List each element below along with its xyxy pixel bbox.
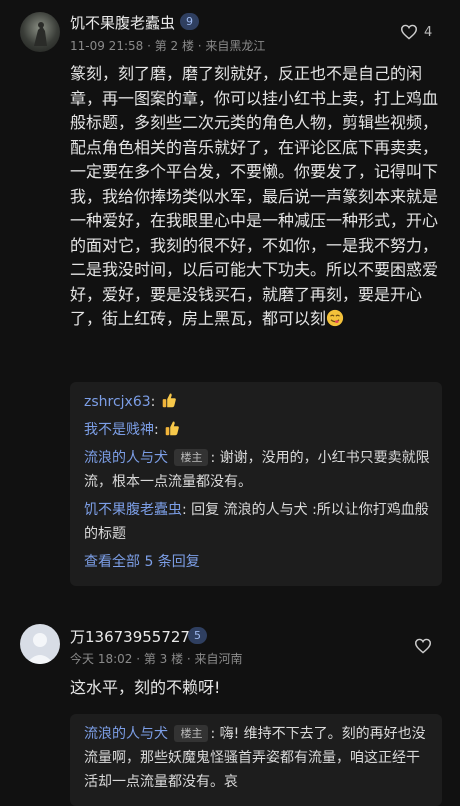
level-badge: 5	[188, 627, 207, 644]
reply-item[interactable]: zshrcjx63:	[84, 390, 432, 414]
reply-username[interactable]: 我不是贱神	[84, 422, 154, 438]
username[interactable]: 万13673955727	[70, 626, 190, 647]
thumbs-up-emoji	[162, 393, 176, 408]
like-count: 4	[424, 24, 433, 40]
reply-username[interactable]: 流浪的人与犬	[84, 450, 168, 466]
reply-separator: :	[150, 394, 156, 410]
like-button[interactable]	[414, 638, 438, 654]
reply-username[interactable]: 饥不果腹老蠹虫	[84, 502, 182, 518]
heart-icon	[414, 638, 432, 654]
avatar[interactable]	[20, 624, 60, 664]
heart-icon	[400, 24, 418, 40]
comment-body: 这水平，刻的不赖呀!	[70, 676, 442, 701]
default-avatar-icon	[26, 633, 54, 664]
reply-item[interactable]: 流浪的人与犬 楼主: 谢谢，没用的，小红书只要卖就限流，根本一点流量都没有。	[84, 446, 432, 494]
reply-item[interactable]: 流浪的人与犬 楼主: 嗨! 维持不下去了。刻的再好也没流量啊，那些妖魔鬼怪骚首弄…	[84, 722, 432, 794]
reply-item[interactable]: 我不是贱神:	[84, 418, 432, 442]
yum-face-emoji	[326, 309, 344, 327]
op-tag: 楼主	[174, 725, 209, 742]
reply-username[interactable]: 流浪的人与犬	[84, 726, 168, 742]
comment-text: 篆刻，刻了磨，磨了刻就好，反正也不是自己的闲章，再一图案的章，你可以挂小红书上卖…	[70, 64, 439, 328]
view-all-replies-link[interactable]: 查看全部 5 条回复	[84, 550, 432, 574]
avatar[interactable]	[20, 12, 60, 52]
level-badge: 9	[180, 13, 199, 30]
reply-panel: zshrcjx63: 我不是贱神: 流浪的人与犬 楼主: 谢谢，没用的，小红书只…	[70, 382, 442, 586]
comment-meta: 11-09 21:58 · 第 2 楼 · 来自黑龙江	[70, 39, 266, 53]
thumbs-up-emoji	[165, 421, 180, 436]
reply-item[interactable]: 饥不果腹老蠹虫: 回复 流浪的人与犬 :所以让你打鸡血般的标题	[84, 498, 432, 546]
like-button[interactable]: 4	[400, 24, 432, 40]
comment-meta: 今天 18:02 · 第 3 楼 · 来自河南	[70, 652, 243, 666]
reply-panel: 流浪的人与犬 楼主: 嗨! 维持不下去了。刻的再好也没流量啊，那些妖魔鬼怪骚首弄…	[70, 714, 442, 806]
username[interactable]: 饥不果腹老蠹虫	[70, 12, 175, 33]
comment-text: 这水平，刻的不赖呀!	[70, 678, 221, 697]
avatar-image	[34, 22, 47, 46]
reply-separator: :	[154, 422, 159, 438]
comment-body: 篆刻，刻了磨，磨了刻就好，反正也不是自己的闲章，再一图案的章，你可以挂小红书上卖…	[70, 62, 442, 332]
reply-username[interactable]: zshrcjx63	[84, 394, 151, 410]
op-tag: 楼主	[174, 449, 209, 466]
